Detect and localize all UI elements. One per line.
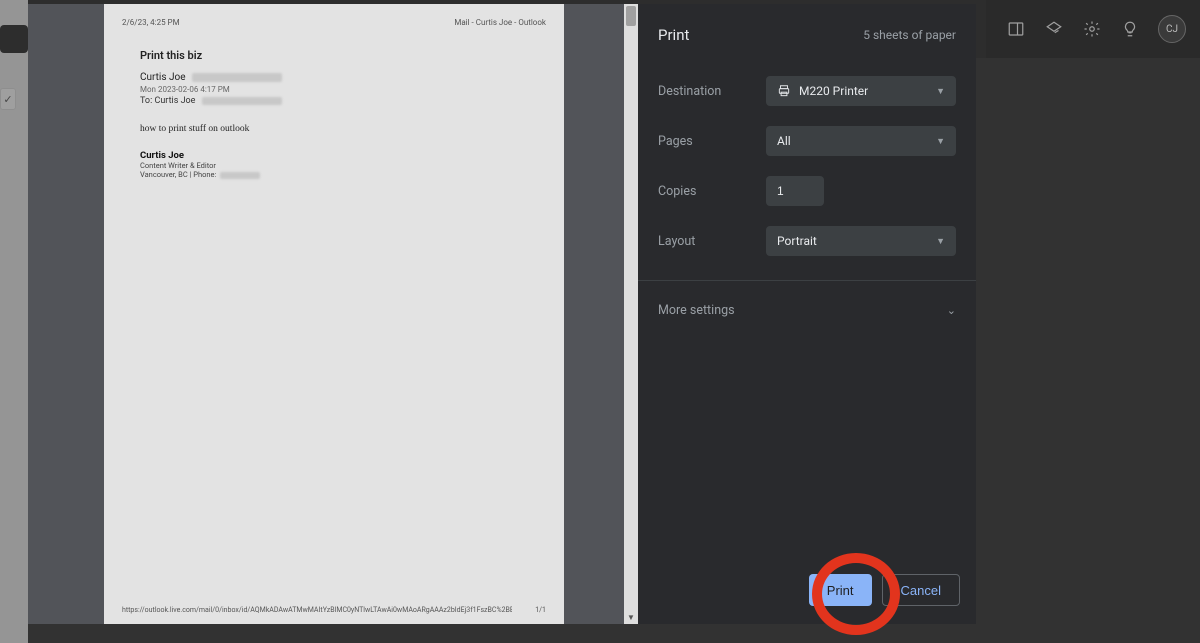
print-preview-pane: 2/6/23, 4:25 PM Mail - Curtis Joe - Outl… [28,4,638,624]
sheet-count: 5 sheets of paper [863,28,956,42]
signature-name: Curtis Joe [140,150,546,161]
print-panel-header: Print 5 sheets of paper [638,4,976,66]
tag-icon[interactable] [1044,19,1064,39]
chevron-down-icon: ▼ [936,136,945,147]
page-header-title: Mail - Curtis Joe - Outlook [454,18,546,27]
page-header: 2/6/23, 4:25 PM Mail - Curtis Joe - Outl… [122,18,546,27]
email-to-line: To: Curtis Joe [140,96,546,106]
page-header-timestamp: 2/6/23, 4:25 PM [122,18,180,27]
scroll-down-icon[interactable]: ▼ [624,610,638,624]
printer-icon [777,84,791,98]
more-settings-label: More settings [658,303,735,318]
signature-loc-text: Vancouver, BC | Phone: [140,170,216,179]
redacted-email [192,73,282,82]
destination-value: M220 Printer [799,84,868,98]
pages-label: Pages [658,134,766,149]
page-footer-url: https://outlook.live.com/mail/0/inbox/id… [122,606,512,614]
email-from-name: Curtis Joe [140,72,186,83]
layout-row: Layout Portrait ▼ [638,216,976,266]
layout-value: Portrait [777,234,817,248]
layout-label: Layout [658,234,766,249]
page-footer: https://outlook.live.com/mail/0/inbox/id… [122,606,546,614]
user-avatar[interactable]: CJ [1158,15,1186,43]
pages-value: All [777,134,791,148]
email-body: how to print stuff on outlook [140,124,546,134]
email-sent-date: Mon 2023-02-06 4:17 PM [140,85,546,94]
gear-icon[interactable] [1082,19,1102,39]
copies-label: Copies [658,184,766,199]
copies-input[interactable] [766,176,824,206]
chevron-down-icon: ▼ [936,86,945,97]
email-to-label: To: Curtis Joe [140,96,195,106]
page-footer-pagenum: 1/1 [535,606,546,614]
print-settings-panel: Print 5 sheets of paper Destination M220… [638,4,976,624]
scrollbar-thumb[interactable] [626,6,636,26]
signature-role: Content Writer & Editor [140,161,546,170]
more-settings-toggle[interactable]: More settings ⌄ [638,280,976,340]
destination-dropdown[interactable]: M220 Printer ▼ [766,76,956,106]
redacted-phone [220,172,260,179]
cancel-button[interactable]: Cancel [882,574,960,606]
destination-label: Destination [658,84,766,99]
redacted-recipient [202,97,282,105]
destination-row: Destination M220 Printer ▼ [638,66,976,116]
print-action-bar: Print Cancel [638,556,976,624]
email-subject: Print this biz [140,49,546,62]
preview-scrollbar[interactable]: ▲ ▼ [624,4,638,624]
layout-dropdown[interactable]: Portrait ▼ [766,226,956,256]
pages-dropdown[interactable]: All ▼ [766,126,956,156]
copies-row: Copies [638,166,976,216]
pages-row: Pages All ▼ [638,116,976,166]
signature-location: Vancouver, BC | Phone: [140,170,546,179]
print-title: Print [658,26,689,44]
chevron-down-icon: ⌄ [947,304,956,317]
lightbulb-icon[interactable] [1120,19,1140,39]
avatar-initials: CJ [1166,24,1178,35]
chevron-down-icon: ▼ [936,236,945,247]
app-toolbar-right: CJ [986,0,1200,58]
email-from-line: Curtis Joe [140,72,546,83]
panel-icon[interactable] [1006,19,1026,39]
preview-page: 2/6/23, 4:25 PM Mail - Curtis Joe - Outl… [104,4,564,624]
print-button[interactable]: Print [809,574,872,606]
